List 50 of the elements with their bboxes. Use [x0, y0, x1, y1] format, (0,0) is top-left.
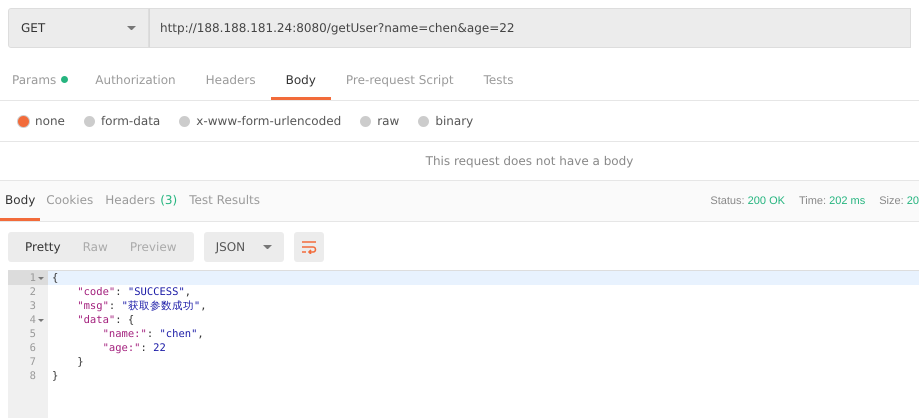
- code-line: "data": {: [76, 313, 134, 327]
- wrap-icon: [301, 240, 318, 254]
- code-line: "age:": 22: [102, 341, 166, 355]
- radio-label: none: [35, 114, 65, 128]
- response-tab[interactable]: Test Results: [183, 181, 266, 221]
- radio-button[interactable]: [18, 116, 29, 126]
- line-number: 8: [30, 370, 36, 382]
- request-tab[interactable]: Headers: [190, 62, 271, 100]
- line-number: 3: [30, 300, 36, 312]
- response-tab[interactable]: Body: [0, 181, 40, 221]
- caret-icon: [127, 26, 136, 30]
- request-tab[interactable]: Tests: [468, 62, 528, 100]
- response-stat: Size: 20: [879, 195, 919, 207]
- line-number: 7: [30, 356, 36, 368]
- code-line: "msg": "获取参数成功",: [76, 299, 207, 313]
- code-line: "code": "SUCCESS",: [76, 285, 192, 299]
- radio-label: form-data: [100, 114, 160, 128]
- response-tab[interactable]: Cookies: [40, 181, 100, 221]
- code-line: "name:": "chen",: [102, 327, 204, 341]
- request-tab[interactable]: Pre-request Script: [330, 62, 469, 100]
- code-line: {: [51, 271, 58, 285]
- radio-button[interactable]: [418, 116, 430, 126]
- request-tab[interactable]: Authorization: [80, 62, 191, 100]
- line-number: 5: [30, 328, 36, 340]
- view-mode-button[interactable]: Raw: [72, 232, 119, 262]
- radio-label: raw: [377, 114, 400, 128]
- radio-label: x-www-form-urlencoded: [196, 114, 342, 128]
- method-dropdown[interactable]: GET: [8, 8, 149, 48]
- line-number: 4: [30, 314, 36, 326]
- radio-button[interactable]: [179, 116, 190, 126]
- line-number: 1: [30, 272, 36, 284]
- radio-button[interactable]: [84, 116, 95, 126]
- view-mode-button[interactable]: Pretty: [14, 232, 72, 262]
- code-line: }: [76, 355, 84, 369]
- response-stat: Time: 202 ms: [798, 195, 866, 207]
- radio-label: binary: [435, 114, 474, 128]
- request-tab[interactable]: Params: [0, 62, 80, 100]
- code-line: }: [51, 369, 58, 383]
- caret-icon: [263, 244, 272, 250]
- response-tab[interactable]: Headers (3): [99, 181, 184, 221]
- format-dropdown[interactable]: JSON: [204, 232, 284, 262]
- empty-body-message: This request does not have a body: [426, 154, 634, 168]
- line-number: 6: [30, 342, 36, 354]
- view-mode-button[interactable]: Preview: [118, 232, 188, 262]
- line-number: 2: [30, 286, 36, 298]
- response-stat: Status: 200 OK: [710, 195, 785, 207]
- wrap-lines-button[interactable]: [294, 232, 324, 262]
- radio-button[interactable]: [360, 116, 372, 126]
- url-field[interactable]: http://188.188.181.24:8080/getUser?name=chen&age=22: [149, 8, 911, 48]
- request-tab[interactable]: Body: [270, 62, 331, 100]
